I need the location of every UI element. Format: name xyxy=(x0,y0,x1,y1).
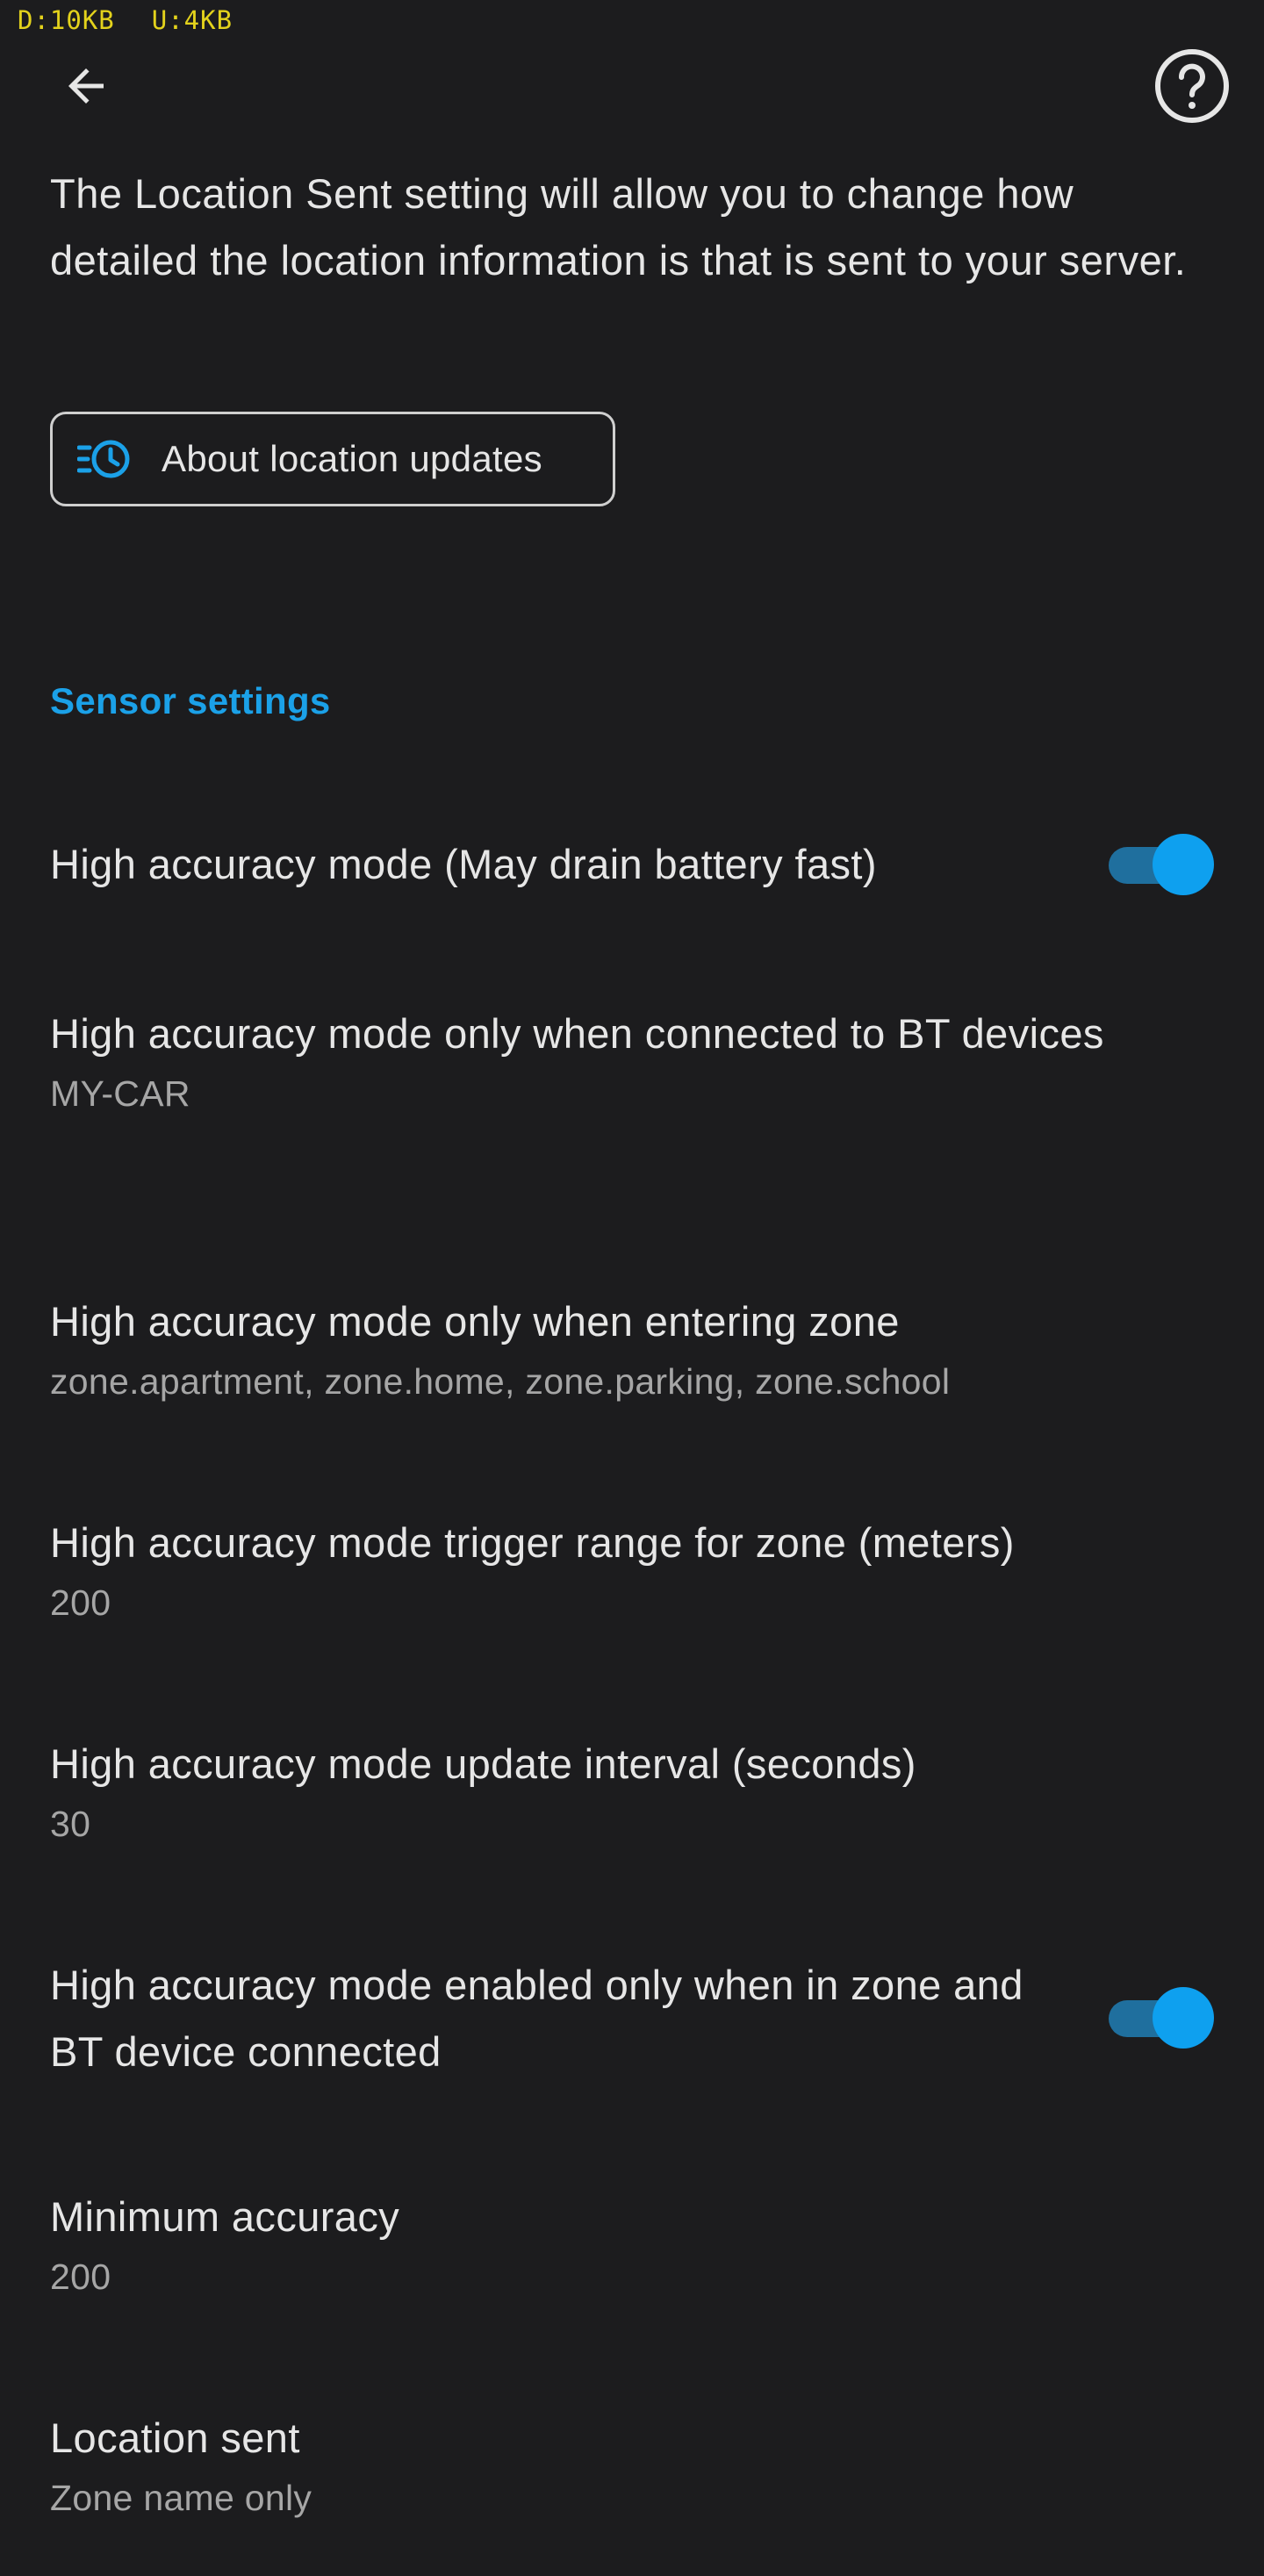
network-stats-overlay: D:10KB U:4KB xyxy=(18,5,233,35)
pref-high-accuracy-entering-zone[interactable]: High accuracy mode only when entering zo… xyxy=(50,1288,1214,1408)
pref-title: High accuracy mode update interval (seco… xyxy=(50,1740,916,1787)
pref-minimum-accuracy[interactable]: Minimum accuracy 200 xyxy=(50,2184,1214,2303)
pref-title: High accuracy mode trigger range for zon… xyxy=(50,1519,1015,1566)
download-stat: D:10KB xyxy=(18,5,115,35)
pref-title: Location sent xyxy=(50,2415,300,2461)
section-header-sensor-settings: Sensor settings xyxy=(50,680,331,721)
zone-and-bt-switch[interactable] xyxy=(1109,1987,1214,2049)
about-location-updates-button[interactable]: About location updates xyxy=(50,412,615,506)
pref-summary: 200 xyxy=(50,2257,111,2297)
location-sent-description: The Location Sent setting will allow you… xyxy=(50,170,1187,283)
pref-title: High accuracy mode only when connected t… xyxy=(50,1010,1104,1057)
pref-high-accuracy-bt-devices[interactable]: High accuracy mode only when connected t… xyxy=(50,1001,1214,1120)
pref-title: High accuracy mode only when entering zo… xyxy=(50,1298,900,1345)
pref-zone-and-bt[interactable]: High accuracy mode enabled only when in … xyxy=(50,1952,1214,2085)
pref-summary: Zone name only xyxy=(50,2478,312,2518)
help-circle-icon xyxy=(1155,49,1229,123)
pref-summary: 30 xyxy=(50,1804,91,1844)
pref-summary: 200 xyxy=(50,1582,111,1623)
pref-trigger-range[interactable]: High accuracy mode trigger range for zon… xyxy=(50,1510,1214,1629)
switch-thumb xyxy=(1153,834,1214,895)
pref-location-sent[interactable]: Location sent Zone name only xyxy=(50,2405,1214,2524)
pref-high-accuracy-mode[interactable]: High accuracy mode (May drain battery fa… xyxy=(50,831,1214,898)
high-accuracy-mode-switch[interactable] xyxy=(1109,834,1214,895)
pref-title: Minimum accuracy xyxy=(50,2193,400,2240)
pref-update-interval[interactable]: High accuracy mode update interval (seco… xyxy=(50,1731,1214,1850)
pref-summary: MY-CAR xyxy=(50,1073,190,1114)
about-location-updates-label: About location updates xyxy=(162,438,542,479)
help-button[interactable] xyxy=(1153,47,1231,125)
pref-title: High accuracy mode (May drain battery fa… xyxy=(50,841,877,887)
pref-title: High accuracy mode enabled only when in … xyxy=(50,1962,1023,2075)
back-button[interactable] xyxy=(49,49,123,123)
location-history-icon xyxy=(77,437,132,481)
switch-thumb xyxy=(1153,1987,1214,2049)
pref-summary: zone.apartment, zone.home, zone.parking,… xyxy=(50,1361,951,1402)
upload-stat: U:4KB xyxy=(151,5,233,35)
arrow-left-icon xyxy=(68,68,104,104)
